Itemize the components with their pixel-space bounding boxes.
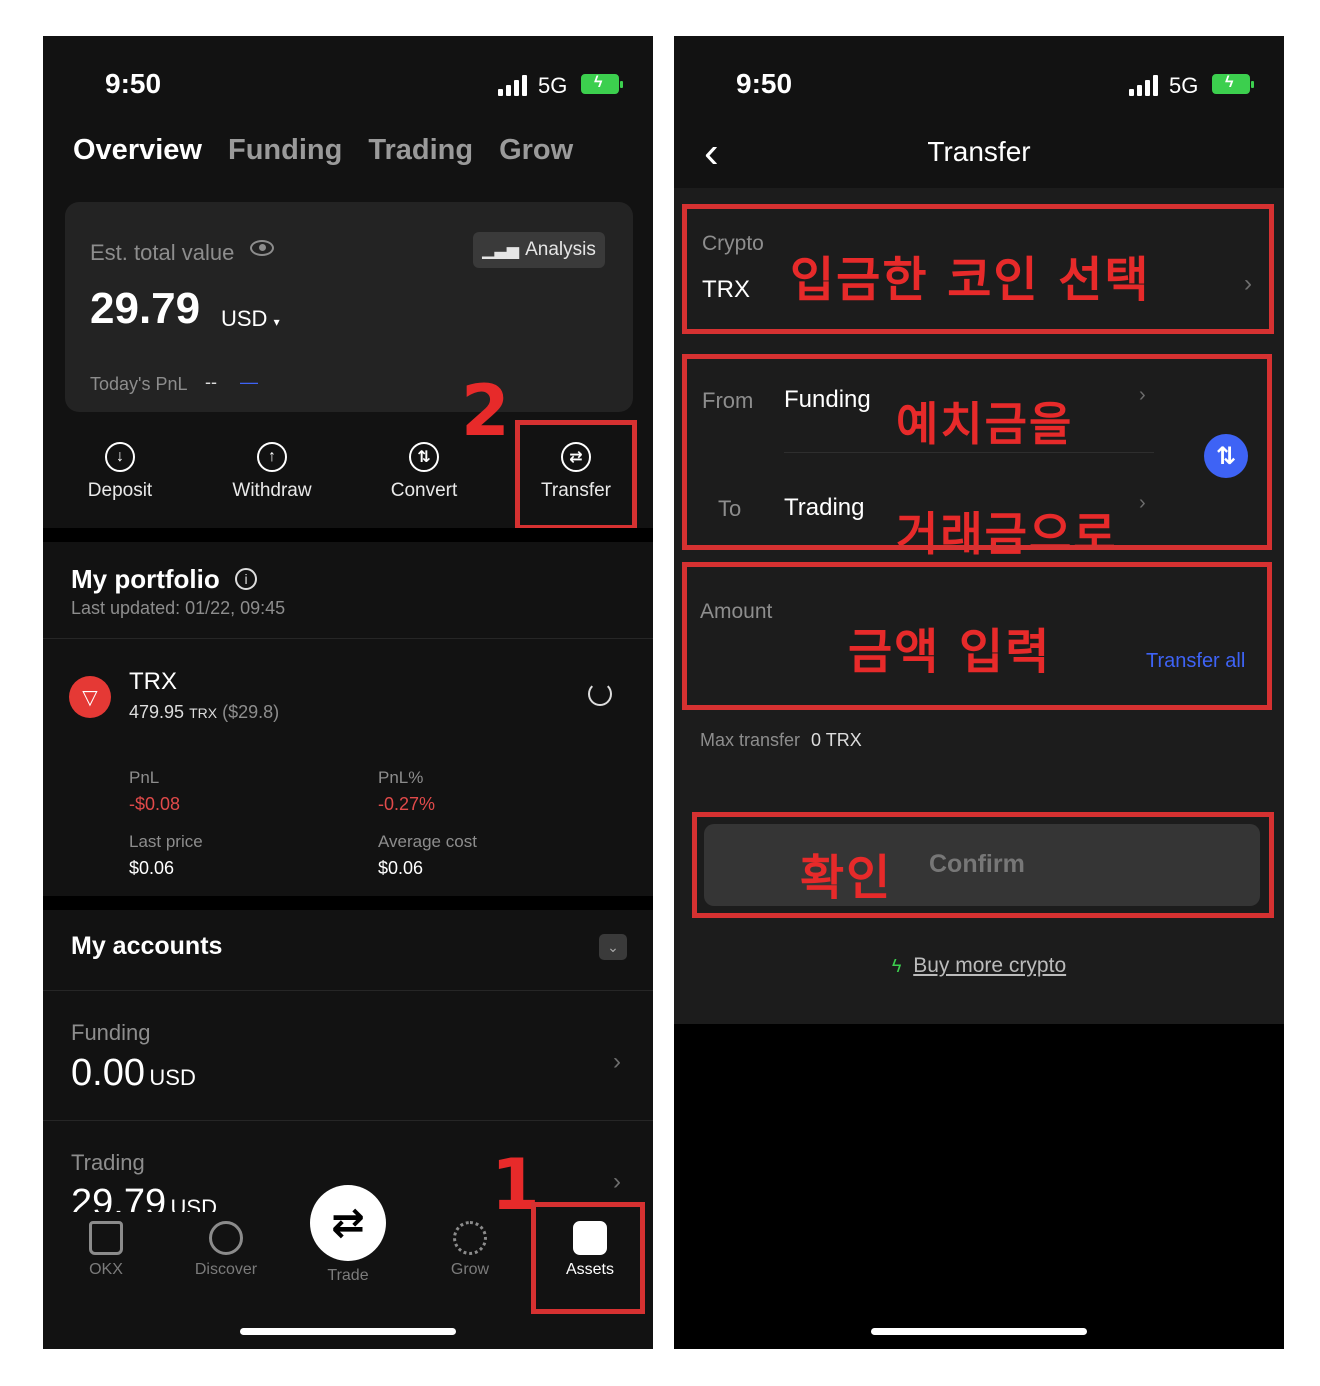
max-transfer-label: Max transfer — [700, 730, 801, 750]
section-divider — [43, 528, 653, 542]
pnl-pct-value: -0.27% — [378, 794, 436, 814]
caret-down-icon: ▾ — [273, 315, 280, 329]
status-time: 9:50 — [105, 68, 162, 99]
withdraw-button[interactable]: ↑ Withdraw — [197, 442, 347, 502]
last-price-label: Last price — [129, 832, 203, 851]
average-cost-label: Average cost — [378, 832, 477, 851]
divider — [43, 638, 653, 639]
info-icon[interactable]: i — [235, 568, 257, 590]
tab-funding[interactable]: Funding — [228, 134, 342, 167]
nav-discover-label: Discover — [194, 1261, 258, 1278]
buy-more-link[interactable]: ϟ Buy more crypto — [674, 954, 1284, 978]
asset-amount: 479.95 — [129, 702, 185, 722]
signal-icon — [1129, 74, 1158, 96]
trading-account-value: 29.79 — [71, 1182, 167, 1212]
nav-okx-label: OKX — [89, 1261, 123, 1278]
average-cost-value: $0.06 — [378, 858, 424, 878]
trading-account-label: Trading — [71, 1150, 145, 1175]
nav-discover[interactable]: Discover — [181, 1221, 271, 1279]
tab-trading[interactable]: Trading — [368, 134, 473, 167]
upload-icon: ↑ — [257, 442, 287, 472]
funding-account-label: Funding — [71, 1020, 151, 1045]
asset-fiat: ($29.8) — [222, 702, 280, 722]
currency-selector[interactable]: USD ▾ — [221, 306, 280, 332]
funding-account-row[interactable]: Funding 0.00 USD › — [43, 992, 653, 1118]
grow-icon — [453, 1221, 487, 1255]
collapse-icon[interactable]: ⌄ — [599, 934, 627, 960]
assets-overview-screen: 9:50 5G ϟ Overview Funding Trading Grow … — [43, 36, 653, 1349]
assets-highlight-box — [531, 1202, 645, 1314]
empty-area — [674, 1024, 1284, 1349]
pnl-pct-label: PnL% — [378, 768, 424, 787]
page-title: Transfer — [927, 136, 1031, 167]
analysis-button[interactable]: ▁▃▅ Analysis — [473, 232, 605, 268]
refresh-icon[interactable] — [588, 682, 612, 706]
nav-grow[interactable]: Grow — [425, 1221, 515, 1279]
nav-trade-label: Trade — [327, 1267, 369, 1284]
home-indicator — [240, 1328, 456, 1335]
est-total-label: Est. total value — [90, 240, 235, 265]
divider — [43, 990, 653, 991]
step-2-annotation: 2 — [461, 370, 510, 452]
pnl-value: -$0.08 — [129, 794, 181, 814]
max-transfer-value: 0 TRX — [811, 730, 862, 750]
trading-account-unit: USD — [170, 1195, 217, 1212]
tab-grow[interactable]: Grow — [499, 134, 573, 167]
withdraw-label: Withdraw — [232, 480, 312, 501]
route-highlight-box — [682, 354, 1272, 550]
lightning-icon: ϟ — [891, 956, 902, 976]
confirm-highlight-box — [692, 812, 1274, 918]
tab-overview[interactable]: Overview — [73, 134, 202, 167]
buy-more-label: Buy more crypto — [913, 954, 1067, 977]
deposit-button[interactable]: ↓ Deposit — [45, 442, 195, 502]
convert-label: Convert — [390, 480, 458, 501]
download-icon: ↓ — [105, 442, 135, 472]
transfer-screen: 9:50 5G ϟ ‹ Transfer Crypto TRX › 입금한 코인… — [674, 36, 1284, 1349]
home-indicator — [871, 1328, 1087, 1335]
network-label: 5G — [538, 73, 568, 98]
funding-account-value: 0.00 — [71, 1052, 145, 1094]
chevron-right-icon: › — [613, 1168, 621, 1195]
portfolio-title: My portfolio — [71, 564, 220, 594]
discover-icon — [209, 1221, 243, 1255]
divider — [43, 1120, 653, 1121]
home-icon — [89, 1221, 123, 1255]
convert-icon: ⇅ — [409, 442, 439, 472]
pnl-label: PnL — [129, 768, 160, 787]
accounts-title: My accounts — [71, 932, 223, 960]
today-pnl-label: Today's PnL — [90, 374, 188, 394]
portfolio-updated: Last updated: 01/22, 09:45 — [71, 598, 286, 618]
battery-icon: ϟ — [1212, 74, 1254, 94]
deposit-label: Deposit — [87, 480, 153, 501]
currency-label: USD — [221, 306, 268, 331]
total-value-card: Est. total value ▁▃▅ Analysis 29.79 USD … — [65, 202, 633, 412]
total-value: 29.79 — [90, 284, 201, 333]
crypto-highlight-box — [682, 204, 1274, 334]
trx-logo-icon: ▽ — [69, 676, 111, 718]
status-time: 9:50 — [736, 68, 793, 99]
amount-highlight-box — [682, 562, 1272, 710]
transfer-highlight-box — [515, 420, 637, 530]
nav-trade[interactable]: ⇄ Trade — [303, 1185, 393, 1285]
portfolio-asset-row[interactable]: ▽ TRX 479.95 TRX ($29.8) PnL -$0.08 PnL%… — [43, 656, 653, 896]
funding-account-unit: USD — [149, 1065, 196, 1090]
asset-unit: TRX — [189, 705, 218, 721]
overview-tabs: Overview Funding Trading Grow — [73, 134, 573, 167]
trade-icon: ⇄ — [310, 1185, 386, 1261]
today-pnl-extra: — — [240, 372, 258, 392]
nav-okx[interactable]: OKX — [61, 1221, 151, 1279]
signal-icon — [498, 74, 527, 96]
eye-icon[interactable] — [250, 240, 274, 256]
asset-symbol: TRX — [129, 668, 177, 695]
analysis-label: Analysis — [525, 239, 596, 260]
analysis-chart-icon: ▁▃▅ — [482, 242, 520, 259]
network-label: 5G — [1169, 73, 1199, 98]
nav-grow-label: Grow — [450, 1261, 490, 1278]
today-pnl-value: -- — [205, 372, 217, 392]
section-divider — [43, 896, 653, 910]
battery-icon: ϟ — [581, 74, 623, 94]
last-price-value: $0.06 — [129, 858, 175, 878]
chevron-right-icon: › — [613, 1048, 621, 1075]
